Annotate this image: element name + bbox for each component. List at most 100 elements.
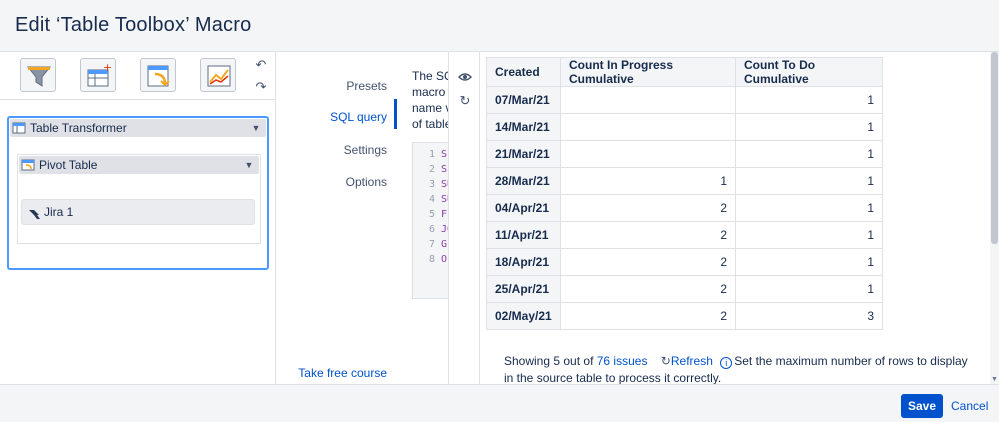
scrollbar-thumb[interactable] bbox=[991, 52, 998, 244]
sql-description-line: of table bbox=[412, 117, 449, 131]
code-line: SI bbox=[441, 164, 448, 175]
table-cell: 2 bbox=[560, 248, 736, 276]
preview-scrollbar[interactable]: ▼ bbox=[990, 52, 999, 384]
eye-icon[interactable] bbox=[458, 70, 472, 84]
add-table-icon: + bbox=[87, 62, 112, 87]
nav-sql-query[interactable]: SQL query bbox=[330, 110, 387, 124]
nav-options[interactable]: Options bbox=[346, 175, 387, 189]
table-cell bbox=[560, 86, 736, 114]
refresh-icon: ↻ bbox=[660, 354, 671, 368]
chart-icon bbox=[207, 65, 231, 87]
table-cell: 04/Apr/21 bbox=[486, 194, 561, 222]
table-cell: 1 bbox=[735, 221, 883, 249]
info-icon: i bbox=[720, 357, 733, 369]
table-cell: 1 bbox=[735, 194, 883, 222]
filter-button[interactable] bbox=[20, 58, 56, 92]
code-line: SI bbox=[441, 149, 448, 160]
table-row: 04/Apr/21 2 1 bbox=[486, 194, 883, 222]
table-cell: 1 bbox=[560, 167, 736, 195]
table-row: 14/Mar/21 1 bbox=[486, 113, 883, 141]
sql-editor[interactable]: 1 SI 2 SI 3 SU 4 SU 5 FI 6 JO 7 G 8 O bbox=[412, 142, 448, 299]
table-cell: 1 bbox=[735, 275, 883, 303]
pivot-table-icon bbox=[21, 159, 35, 171]
table-cell: 21/Mar/21 bbox=[486, 140, 561, 168]
table-row: 11/Apr/21 2 1 bbox=[486, 221, 883, 249]
nav-presets[interactable]: Presets bbox=[346, 79, 387, 93]
filter-icon bbox=[26, 66, 52, 87]
result-table: Created Count In Progress Cumulative Cou… bbox=[486, 57, 883, 330]
table-header-row: Created Count In Progress Cumulative Cou… bbox=[486, 57, 883, 87]
chevron-down-icon[interactable]: ▼ bbox=[248, 120, 264, 136]
dialog-title: Edit ‘Table Toolbox’ Macro bbox=[15, 14, 252, 36]
table-cell: 2 bbox=[560, 194, 736, 222]
pivot-table-header[interactable]: Pivot Table ▼ bbox=[19, 156, 259, 174]
save-button[interactable]: Save bbox=[901, 394, 943, 418]
nav-settings[interactable]: Settings bbox=[344, 143, 387, 157]
table-transformer-header[interactable]: Table Transformer ▼ bbox=[10, 119, 266, 137]
sql-description-line: The SQ bbox=[412, 69, 448, 83]
table-row: 18/Apr/21 2 1 bbox=[486, 248, 883, 276]
refresh-link[interactable]: Refresh bbox=[671, 354, 713, 368]
showing-count-text: Showing 5 out of bbox=[504, 354, 594, 368]
table-row: 07/Mar/21 1 bbox=[486, 86, 883, 114]
settings-nav: Presets SQL query Settings Options Take … bbox=[277, 52, 397, 384]
table-cell: 28/Mar/21 bbox=[486, 167, 561, 195]
jira-label: Jira 1 bbox=[44, 205, 74, 219]
table-cell: 25/Apr/21 bbox=[486, 275, 561, 303]
table-cell: 1 bbox=[735, 86, 883, 114]
sql-description-line: name v bbox=[412, 101, 449, 115]
table-transformer-label: Table Transformer bbox=[30, 121, 127, 135]
table-cell: 2 bbox=[560, 221, 736, 249]
table-transformer-macro[interactable]: Table Transformer ▼ Pivot Table ▼ Jira 1 bbox=[7, 116, 269, 270]
macro-tree-panel: + ↶ ↷ Table Transformer ▼ Pivot Table ▼ … bbox=[0, 52, 276, 384]
scroll-down-icon[interactable]: ▼ bbox=[990, 375, 999, 384]
table-cell bbox=[560, 140, 736, 168]
pivot-icon bbox=[147, 65, 170, 87]
table-cell: 1 bbox=[735, 113, 883, 141]
line-number: 7 bbox=[428, 239, 435, 250]
jira-macro[interactable]: Jira 1 bbox=[21, 199, 255, 225]
line-number: 8 bbox=[428, 254, 435, 265]
code-line: SU bbox=[441, 194, 448, 205]
add-table-button[interactable]: + bbox=[80, 58, 116, 92]
table-row: 21/Mar/21 1 bbox=[486, 140, 883, 168]
table-cell: 2 bbox=[560, 302, 736, 330]
table-cell: 14/Mar/21 bbox=[486, 113, 561, 141]
sql-query-panel: The SQ macro V name v of table 1 SI 2 SI… bbox=[397, 52, 449, 384]
table-cell: 11/Apr/21 bbox=[486, 221, 561, 249]
table-cell: 1 bbox=[735, 140, 883, 168]
pivot-table-label: Pivot Table bbox=[39, 158, 98, 172]
svg-text:+: + bbox=[103, 62, 112, 74]
pivot-button[interactable] bbox=[140, 58, 176, 92]
column-header: Created bbox=[486, 57, 561, 87]
cancel-button[interactable]: Cancel bbox=[951, 399, 988, 413]
table-cell bbox=[560, 113, 736, 141]
redo-icon[interactable]: ↷ bbox=[253, 80, 269, 94]
line-number: 2 bbox=[428, 164, 435, 175]
code-line: O bbox=[441, 254, 448, 265]
issues-link[interactable]: 76 issues bbox=[597, 354, 648, 368]
table-row: 25/Apr/21 2 1 bbox=[486, 275, 883, 303]
column-header: Count To Do Cumulative bbox=[735, 57, 883, 87]
preview-footer: Showing 5 out of 76 issues ↻Refresh i Set… bbox=[504, 353, 974, 384]
table-cell: 1 bbox=[735, 248, 883, 276]
undo-icon[interactable]: ↶ bbox=[253, 58, 269, 72]
sql-description-line: macro V bbox=[412, 85, 448, 99]
table-row: 02/May/21 2 3 bbox=[486, 302, 883, 330]
line-number: 4 bbox=[428, 194, 435, 205]
preview-toolbar: ↻ bbox=[450, 52, 480, 384]
code-line: FI bbox=[441, 209, 448, 220]
chart-button[interactable] bbox=[200, 58, 236, 92]
table-cell: 18/Apr/21 bbox=[486, 248, 561, 276]
table-cell: 1 bbox=[735, 167, 883, 195]
take-free-course-link[interactable]: Take free course bbox=[298, 366, 387, 380]
jira-icon bbox=[29, 210, 40, 219]
line-number: 3 bbox=[428, 179, 435, 190]
refresh-icon[interactable]: ↻ bbox=[458, 94, 472, 108]
code-line: JO bbox=[441, 224, 448, 235]
dialog-footer: Save Cancel bbox=[0, 384, 999, 422]
chevron-down-icon[interactable]: ▼ bbox=[241, 157, 257, 173]
preview-panel: Created Count In Progress Cumulative Cou… bbox=[481, 52, 990, 384]
line-number: 5 bbox=[428, 209, 435, 220]
macro-toolbar: + ↶ ↷ bbox=[0, 52, 276, 100]
